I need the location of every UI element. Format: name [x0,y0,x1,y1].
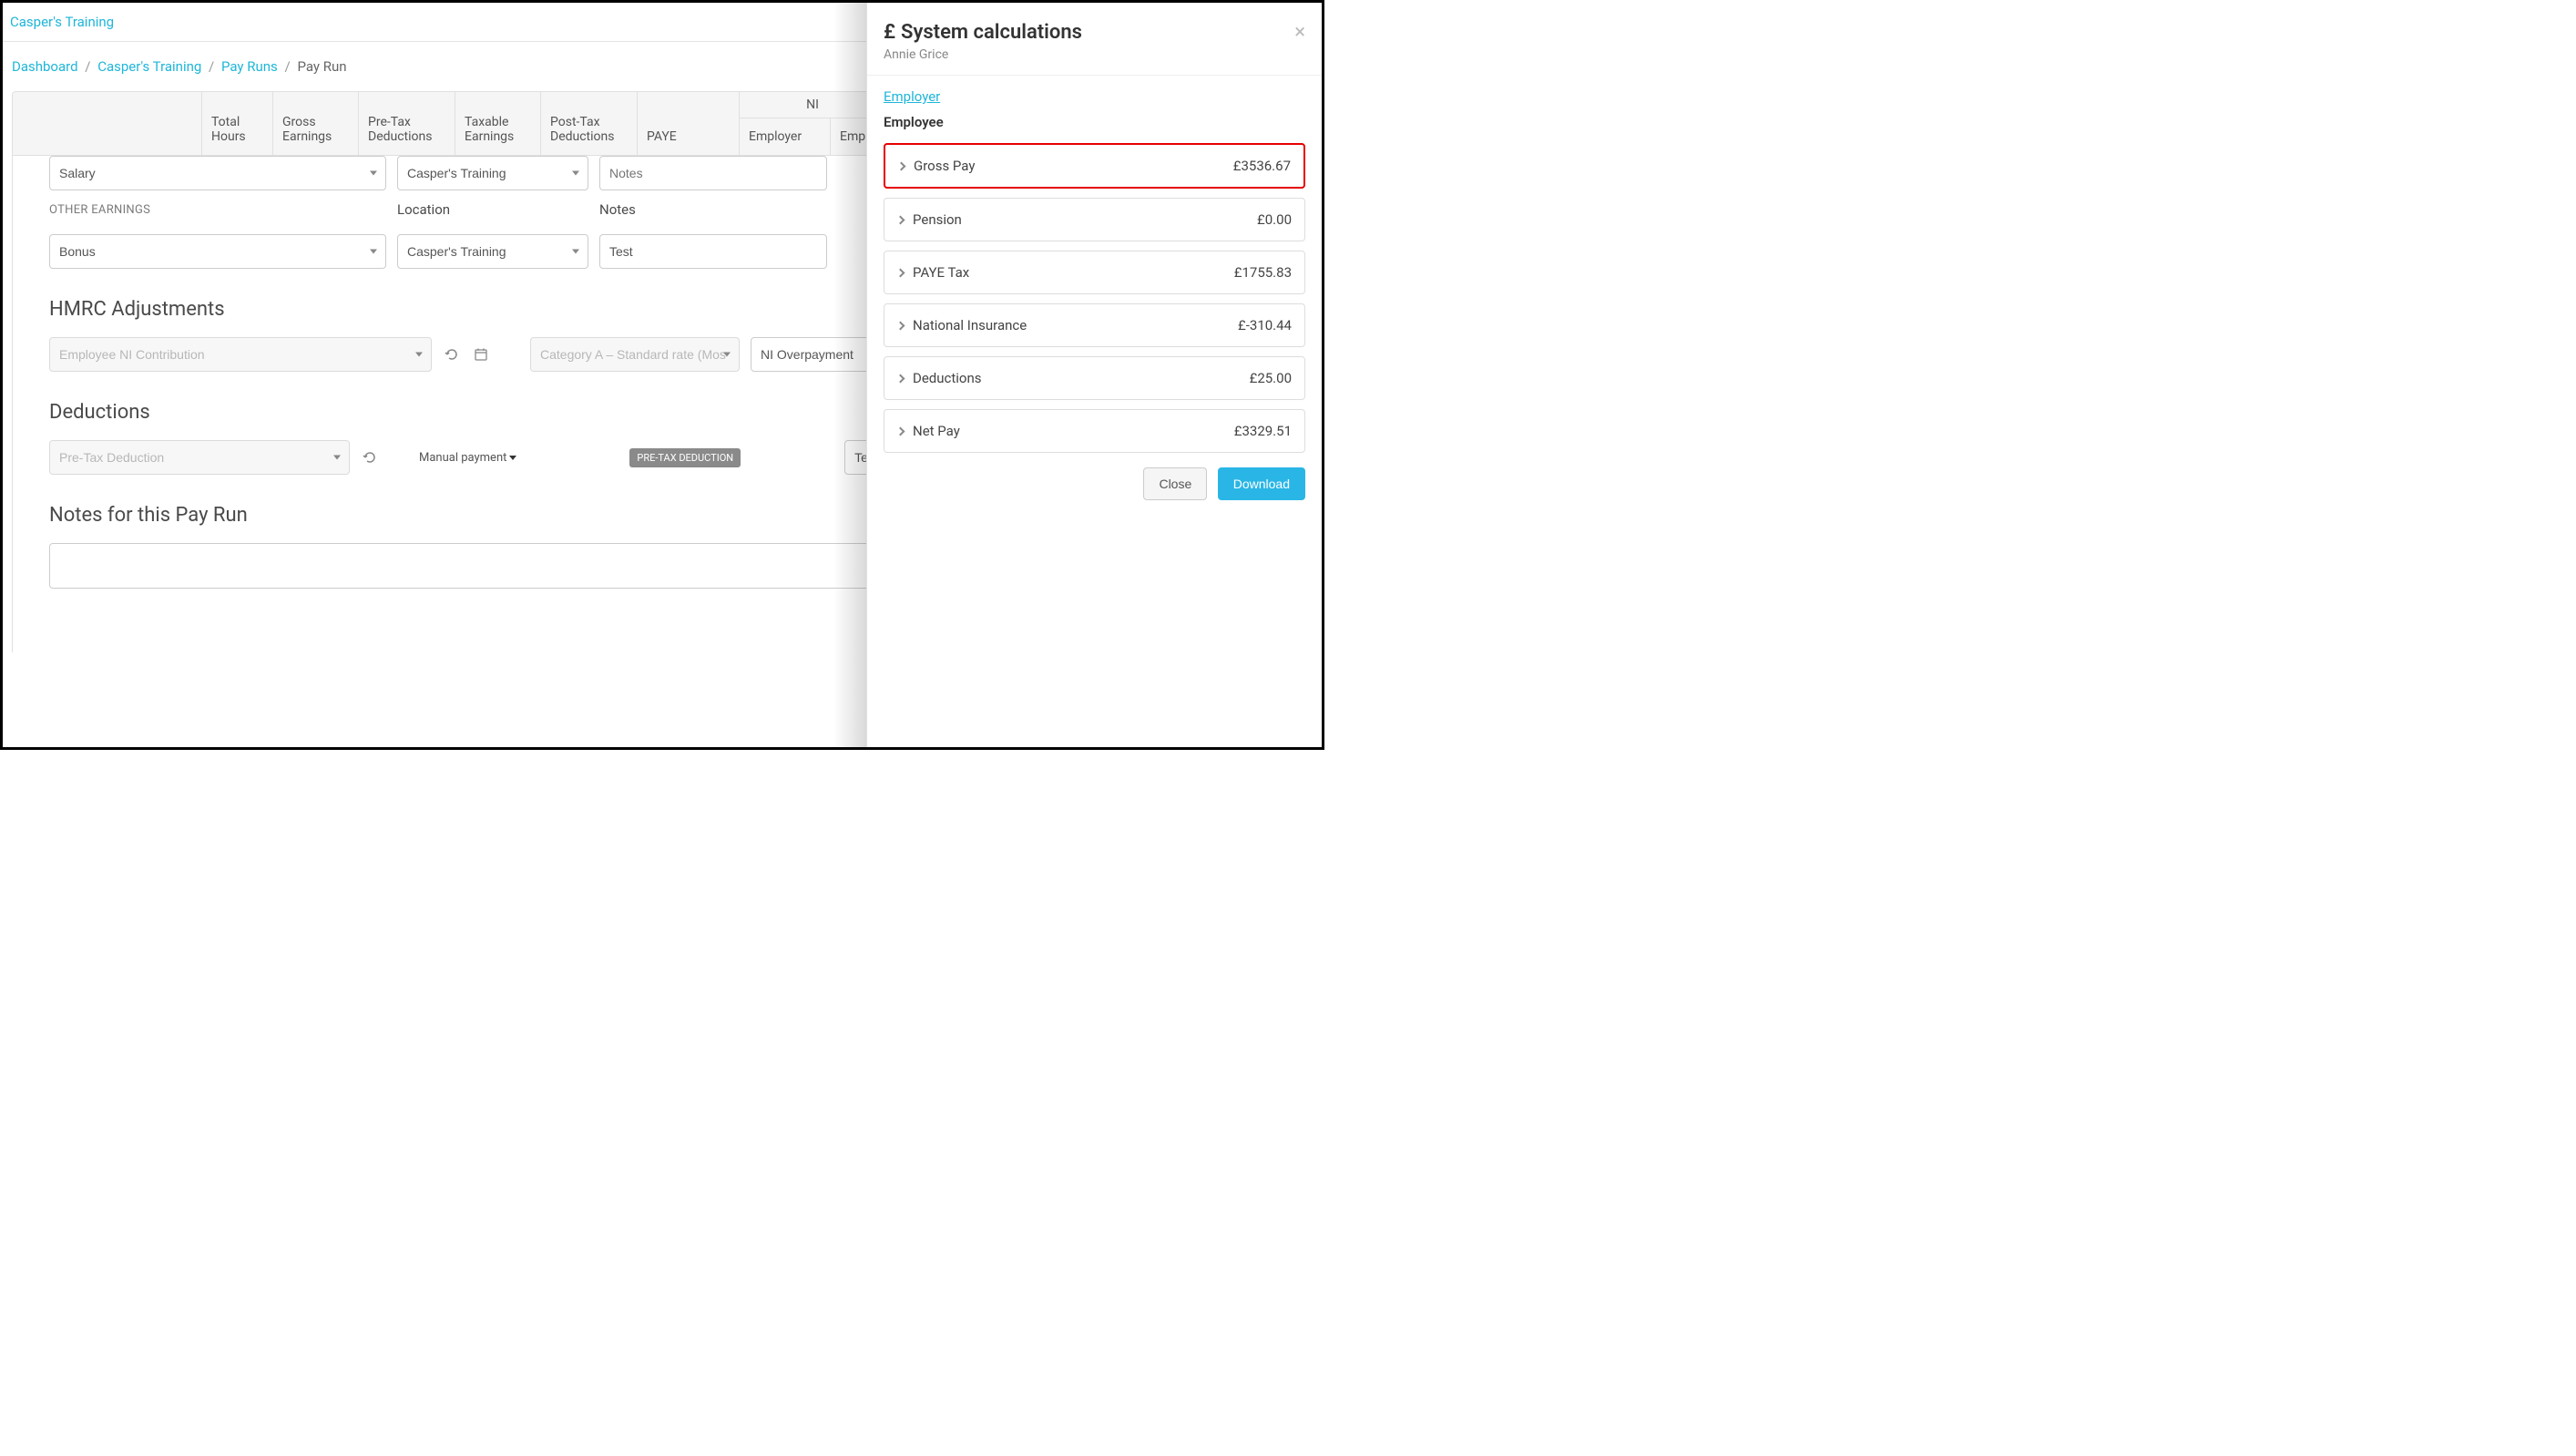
calc-value: £-310.44 [1238,317,1292,333]
calc-list: Gross Pay £3536.67 Pension £0.00 PAYE Tax £17… [884,143,1305,453]
calc-item-gross-pay[interactable]: Gross Pay £3536.67 [884,143,1305,189]
calc-value: £3329.51 [1234,423,1292,439]
manual-payment-dropdown[interactable]: Manual payment [419,451,516,465]
notes-label: Notes [599,201,827,218]
location-select-1[interactable]: Casper's Training [397,156,588,190]
calc-label: Net Pay [913,423,960,439]
chevron-right-icon [896,215,905,224]
close-icon[interactable]: × [1294,21,1305,44]
calc-label: Pension [913,211,962,228]
calc-value: £1755.83 [1234,264,1292,281]
pretax-deduction-select: Pre-Tax Deduction [49,440,350,475]
breadcrumb-current: Pay Run [297,58,346,75]
breadcrumb-dashboard[interactable]: Dashboard [12,58,78,75]
org-link[interactable]: Casper's Training [10,14,114,30]
chevron-right-icon [896,321,905,330]
chevron-right-icon [896,426,905,436]
location-select-2[interactable]: Casper's Training [397,234,588,269]
calc-label: Gross Pay [914,158,975,174]
calc-label: PAYE Tax [913,264,969,281]
calc-item-net-pay[interactable]: Net Pay £3329.51 [884,409,1305,453]
salary-select[interactable]: Salary [49,156,386,190]
calc-label: Deductions [913,370,982,386]
employee-ni-select: Employee NI Contribution [49,337,432,372]
chevron-right-icon [896,268,905,277]
th-pretax: Pre-Tax Deductions [359,92,455,155]
close-button[interactable]: Close [1143,467,1207,500]
calc-item-paye-tax[interactable]: PAYE Tax £1755.83 [884,251,1305,294]
breadcrumb-org[interactable]: Casper's Training [97,58,201,75]
th-posttax: Post-Tax Deductions [541,92,638,155]
category-select: Category A – Standard rate (Mos [530,337,740,372]
th-ni-employer: Employer [740,118,831,155]
th-blank [13,92,202,155]
tab-employer[interactable]: Employer [884,88,1305,105]
panel-title: £ System calculations [884,21,1082,44]
chevron-right-icon [896,374,905,383]
notes-input-2[interactable] [599,234,827,269]
th-taxable: Taxable Earnings [455,92,541,155]
th-paye: PAYE [638,92,740,155]
bonus-select[interactable]: Bonus [49,234,386,269]
download-button[interactable]: Download [1218,467,1305,500]
breadcrumb-sep: / [285,58,291,75]
pretax-badge: PRE-TAX DEDUCTION [629,448,741,467]
calc-value: £0.00 [1257,211,1292,228]
tab-employee[interactable]: Employee [884,114,1305,130]
pound-icon: £ [884,21,895,44]
undo-icon[interactable] [443,345,461,364]
breadcrumb-sep: / [209,58,214,75]
calc-label: National Insurance [913,317,1027,333]
breadcrumb-payruns[interactable]: Pay Runs [221,58,278,75]
system-calculations-panel: £ System calculations Annie Grice × Empl… [866,3,1322,747]
undo-icon-2[interactable] [361,448,379,467]
chevron-right-icon [897,161,906,170]
notes-input-1[interactable] [599,156,827,190]
other-earnings-label: OTHER EARNINGS [49,203,386,217]
th-ni-group: NI [740,92,885,118]
calc-item-pension[interactable]: Pension £0.00 [884,198,1305,241]
panel-divider [867,75,1322,76]
calc-value: £25.00 [1250,370,1292,386]
calc-item-national-insurance[interactable]: National Insurance £-310.44 [884,303,1305,347]
breadcrumb-sep: / [85,58,90,75]
calendar-icon[interactable] [472,345,490,364]
th-gross-earnings: Gross Earnings [273,92,359,155]
calc-item-deductions[interactable]: Deductions £25.00 [884,356,1305,400]
th-total-hours: Total Hours [202,92,273,155]
panel-subtitle: Annie Grice [884,47,1082,62]
caret-down-icon [509,456,516,460]
calc-value: £3536.67 [1233,158,1291,174]
location-label: Location [397,201,588,218]
